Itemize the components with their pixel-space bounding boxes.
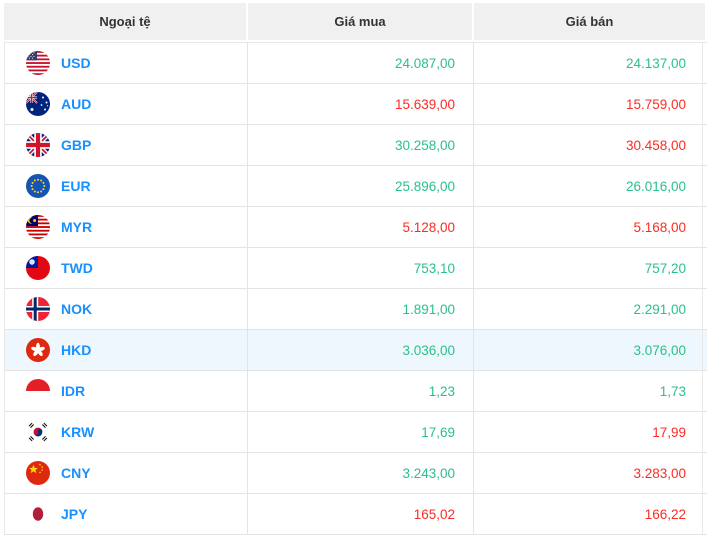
currency-code-link[interactable]: EUR <box>61 178 91 194</box>
table-row-krw[interactable]: KRW 17,69 17,99 <box>4 412 707 453</box>
buy-price-value: 3.036,00 <box>248 330 474 370</box>
currency-cell[interactable]: TWD <box>4 248 248 288</box>
sell-price-value: 24.137,00 <box>474 43 703 83</box>
buy-price-value: 5.128,00 <box>248 207 474 247</box>
sell-price-value: 3.283,00 <box>474 453 703 493</box>
twd-flag-icon <box>26 256 50 280</box>
sell-price-value: 166,22 <box>474 494 703 534</box>
buy-price-value: 24.087,00 <box>248 43 474 83</box>
currency-code-link[interactable]: TWD <box>61 260 93 276</box>
currency-cell[interactable]: EUR <box>4 166 248 206</box>
currency-cell[interactable]: USD <box>4 43 248 83</box>
idr-flag-icon <box>26 379 50 403</box>
currency-code-link[interactable]: NOK <box>61 301 92 317</box>
table-row-aud[interactable]: AUD 15.639,00 15.759,00 <box>4 84 707 125</box>
eur-flag-icon <box>26 174 50 198</box>
currency-code-link[interactable]: JPY <box>61 506 87 522</box>
currency-code-link[interactable]: IDR <box>61 383 85 399</box>
cny-flag-icon <box>26 461 50 485</box>
currency-cell[interactable]: HKD <box>4 330 248 370</box>
table-row-gbp[interactable]: GBP 30.258,00 30.458,00 <box>4 125 707 166</box>
column-header-buy-price: Giá mua <box>248 3 474 40</box>
currency-cell[interactable]: NOK <box>4 289 248 329</box>
column-header-sell-price: Giá bán <box>474 3 705 40</box>
currency-code-link[interactable]: HKD <box>61 342 91 358</box>
table-row-usd[interactable]: USD 24.087,00 24.137,00 <box>4 43 707 84</box>
usd-flag-icon <box>26 51 50 75</box>
currency-cell[interactable]: MYR <box>4 207 248 247</box>
table-row-myr[interactable]: MYR 5.128,00 5.168,00 <box>4 207 707 248</box>
myr-flag-icon <box>26 215 50 239</box>
buy-price-value: 753,10 <box>248 248 474 288</box>
table-row-idr[interactable]: IDR 1,23 1,73 <box>4 371 707 412</box>
krw-flag-icon <box>26 420 50 444</box>
sell-price-value: 26.016,00 <box>474 166 703 206</box>
currency-code-link[interactable]: MYR <box>61 219 92 235</box>
buy-price-value: 30.258,00 <box>248 125 474 165</box>
currency-code-link[interactable]: GBP <box>61 137 91 153</box>
currency-cell[interactable]: KRW <box>4 412 248 452</box>
currency-code-link[interactable]: USD <box>61 55 91 71</box>
sell-price-value: 757,20 <box>474 248 703 288</box>
sell-price-value: 5.168,00 <box>474 207 703 247</box>
currency-code-link[interactable]: CNY <box>61 465 91 481</box>
nok-flag-icon <box>26 297 50 321</box>
buy-price-value: 1,23 <box>248 371 474 411</box>
sell-price-value: 17,99 <box>474 412 703 452</box>
buy-price-value: 3.243,00 <box>248 453 474 493</box>
hkd-flag-icon <box>26 338 50 362</box>
currency-cell[interactable]: IDR <box>4 371 248 411</box>
buy-price-value: 17,69 <box>248 412 474 452</box>
gbp-flag-icon <box>26 133 50 157</box>
sell-price-value: 1,73 <box>474 371 703 411</box>
sell-price-value: 30.458,00 <box>474 125 703 165</box>
table-body: USD 24.087,00 24.137,00 AUD 15.639,00 15.759,… <box>4 42 707 535</box>
table-row-jpy[interactable]: JPY 165,02 166,22 <box>4 494 707 535</box>
currency-cell[interactable]: CNY <box>4 453 248 493</box>
currency-cell[interactable]: JPY <box>4 494 248 534</box>
table-row-eur[interactable]: EUR 25.896,00 26.016,00 <box>4 166 707 207</box>
buy-price-value: 25.896,00 <box>248 166 474 206</box>
currency-code-link[interactable]: AUD <box>61 96 91 112</box>
currency-cell[interactable]: AUD <box>4 84 248 124</box>
table-row-twd[interactable]: TWD 753,10 757,20 <box>4 248 707 289</box>
table-row-nok[interactable]: NOK 1.891,00 2.291,00 <box>4 289 707 330</box>
buy-price-value: 15.639,00 <box>248 84 474 124</box>
buy-price-value: 165,02 <box>248 494 474 534</box>
sell-price-value: 2.291,00 <box>474 289 703 329</box>
aud-flag-icon <box>26 92 50 116</box>
column-header-currency: Ngoại tệ <box>4 3 248 40</box>
currency-code-link[interactable]: KRW <box>61 424 94 440</box>
sell-price-value: 3.076,00 <box>474 330 703 370</box>
table-header: Ngoại tệ Giá mua Giá bán <box>4 3 707 40</box>
table-row-hkd[interactable]: HKD 3.036,00 3.076,00 <box>4 330 707 371</box>
exchange-rate-table: Ngoại tệ Giá mua Giá bán USD 24.087,00 24.… <box>4 3 707 535</box>
jpy-flag-icon <box>26 502 50 526</box>
currency-cell[interactable]: GBP <box>4 125 248 165</box>
sell-price-value: 15.759,00 <box>474 84 703 124</box>
buy-price-value: 1.891,00 <box>248 289 474 329</box>
table-row-cny[interactable]: CNY 3.243,00 3.283,00 <box>4 453 707 494</box>
